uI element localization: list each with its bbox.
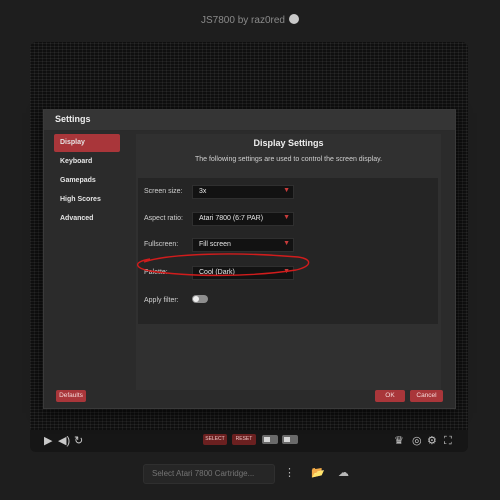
app-title: JS7800 by raz0red (201, 15, 285, 26)
fullscreen-label: Fullscreen: (144, 241, 179, 248)
menu-icon[interactable]: ⋮ (284, 465, 295, 481)
dialog-title: Settings (55, 114, 91, 124)
palette-value: Cool (Dark) (199, 269, 235, 276)
emulator-controls: ▶ ◀) ↻ SELECT RESET ♛ ◎ ⚙ ⛶ (30, 430, 468, 452)
tab-gamepads[interactable]: Gamepads (54, 172, 120, 190)
panel-description: The following settings are used to contr… (194, 156, 383, 163)
panel-title: Display Settings (253, 138, 324, 148)
settings-form: Screen size: 3x ▼ Aspect ratio: Atari 78… (138, 178, 438, 324)
play-icon[interactable]: ▶ (44, 434, 52, 448)
ok-button[interactable]: OK (375, 390, 405, 402)
difficulty-left-toggle[interactable] (262, 435, 278, 444)
palette-label: Palette: (144, 269, 168, 276)
screen-size-value: 3x (199, 188, 207, 195)
aspect-ratio-value: Atari 7800 (6:7 PAR) (199, 215, 264, 222)
defaults-button[interactable]: Defaults (56, 390, 86, 402)
cloud-upload-icon[interactable]: ☁ (338, 465, 349, 481)
caret-down-icon: ▼ (283, 240, 290, 247)
fullscreen-select[interactable]: Fill screen ▼ (192, 238, 294, 252)
difficulty-right-toggle[interactable] (282, 435, 298, 444)
apply-filter-toggle[interactable] (192, 295, 208, 303)
screen-size-select[interactable]: 3x ▼ (192, 185, 294, 199)
caret-down-icon: ▼ (283, 268, 290, 275)
cancel-button[interactable]: Cancel (410, 390, 443, 402)
dialog-header: Settings (44, 110, 455, 131)
aspect-ratio-select[interactable]: Atari 7800 (6:7 PAR) ▼ (192, 212, 294, 226)
tab-display[interactable]: Display (54, 134, 120, 152)
trophy-icon[interactable]: ♛ (394, 434, 404, 448)
tab-keyboard[interactable]: Keyboard (54, 153, 120, 171)
volume-icon[interactable]: ◀) (58, 434, 70, 448)
folder-open-icon[interactable]: 📂 (311, 465, 325, 481)
fullscreen-icon[interactable]: ⛶ (444, 434, 452, 448)
cartridge-row: ⋮ 📂 ☁ (0, 462, 500, 486)
gear-icon[interactable]: ⚙ (427, 434, 437, 448)
caret-down-icon: ▼ (283, 187, 290, 194)
cartridge-input[interactable] (143, 464, 275, 484)
fullscreen-value: Fill screen (199, 241, 231, 248)
select-switch-button[interactable]: SELECT (203, 434, 227, 445)
restart-icon[interactable]: ↻ (74, 434, 83, 448)
aspect-ratio-label: Aspect ratio: (144, 215, 183, 222)
app-title-bar: JS7800 by raz0red (0, 14, 500, 26)
display-settings-panel: Display Settings The following settings … (136, 134, 441, 390)
settings-tabs: Display Keyboard Gamepads High Scores Ad… (54, 134, 120, 229)
github-icon[interactable] (288, 14, 299, 24)
tab-advanced[interactable]: Advanced (54, 210, 120, 228)
gamepad-icon[interactable]: ◎ (412, 434, 422, 448)
reset-switch-button[interactable]: RESET (232, 434, 256, 445)
apply-filter-label: Apply filter: (144, 297, 179, 304)
toggle-knob (193, 296, 199, 302)
screen-size-label: Screen size: (144, 188, 183, 195)
settings-dialog: Settings Display Keyboard Gamepads High … (43, 109, 456, 409)
palette-select[interactable]: Cool (Dark) ▼ (192, 266, 294, 280)
caret-down-icon: ▼ (283, 214, 290, 221)
tab-high-scores[interactable]: High Scores (54, 191, 120, 209)
